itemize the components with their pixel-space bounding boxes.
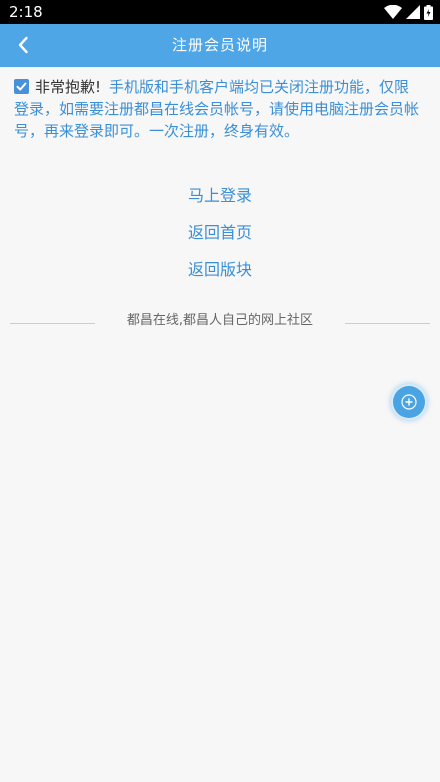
- home-link[interactable]: 返回首页: [160, 219, 280, 256]
- nav-bar: 注册会员说明: [0, 24, 440, 67]
- action-links: 马上登录 返回首页 返回版块: [0, 182, 440, 293]
- notice-head: 非常抱歉!: [35, 78, 102, 96]
- chevron-left-icon: [18, 36, 28, 54]
- battery-icon: [424, 4, 433, 20]
- checkbox-icon: [14, 79, 29, 94]
- page-title: 注册会员说明: [171, 36, 268, 54]
- footer-text: 都昌在线,都昌人自己的网上社区: [126, 313, 314, 328]
- board-link[interactable]: 返回版块: [160, 256, 280, 293]
- wifi-icon: [384, 5, 402, 19]
- plus-icon: [401, 394, 417, 410]
- back-button[interactable]: [8, 30, 38, 60]
- signal-icon: [406, 5, 420, 19]
- notice-message: 非常抱歉! 手机版和手机客户端均已关闭注册功能，仅限登录，如需要注册都昌在线会员帐…: [14, 76, 424, 142]
- floating-add-button[interactable]: [393, 386, 425, 418]
- divider-line-right: [345, 323, 430, 324]
- status-bar: 2:18: [0, 0, 440, 24]
- login-link[interactable]: 马上登录: [160, 182, 280, 219]
- footer-divider: 都昌在线,都昌人自己的网上社区: [10, 311, 430, 333]
- status-icons: [384, 4, 433, 20]
- status-time: 2:18: [9, 3, 43, 21]
